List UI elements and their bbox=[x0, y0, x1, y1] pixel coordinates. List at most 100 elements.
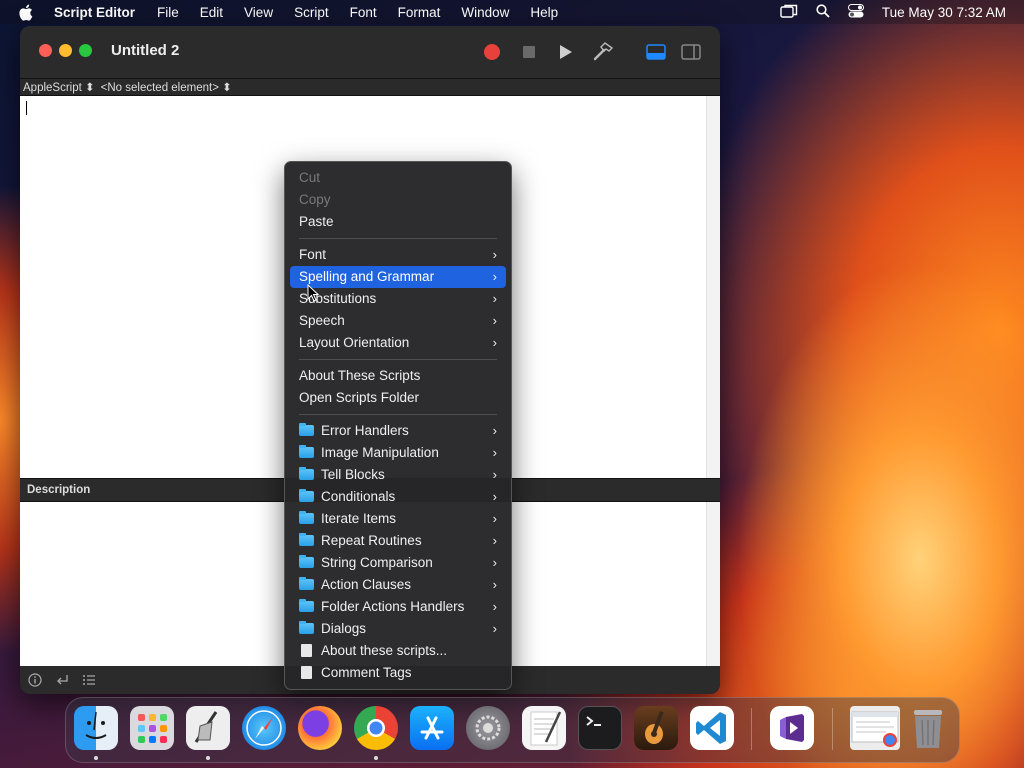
menu-item-error-handlers[interactable]: Error Handlers › bbox=[290, 420, 506, 442]
folder-icon bbox=[299, 511, 314, 524]
menu-file[interactable]: File bbox=[157, 5, 179, 20]
menu-item-copy[interactable]: Copy bbox=[290, 189, 506, 211]
dock bbox=[65, 697, 960, 763]
menu-item-layout-orientation[interactable]: Layout Orientation › bbox=[290, 332, 506, 354]
vs-code-icon[interactable] bbox=[690, 706, 734, 750]
run-button[interactable] bbox=[555, 41, 577, 63]
editor-scrollbar[interactable] bbox=[706, 96, 720, 478]
chevron-right-icon: › bbox=[492, 247, 497, 262]
menu-format[interactable]: Format bbox=[398, 5, 441, 20]
menu-bar: Script Editor File Edit View Script Font… bbox=[0, 0, 1024, 24]
menu-help[interactable]: Help bbox=[530, 5, 558, 20]
app-store-icon[interactable] bbox=[410, 706, 454, 750]
menu-separator bbox=[299, 238, 497, 239]
control-center-icon[interactable] bbox=[847, 3, 864, 21]
record-button[interactable] bbox=[481, 41, 503, 63]
running-indicator bbox=[94, 756, 98, 760]
trash-icon[interactable] bbox=[908, 706, 948, 750]
folder-icon bbox=[299, 489, 314, 502]
minimize-button[interactable] bbox=[59, 44, 72, 57]
chevron-right-icon: › bbox=[492, 533, 497, 548]
text-caret bbox=[26, 101, 27, 115]
menu-item-about-these-scripts-doc[interactable]: About these scripts... bbox=[290, 640, 506, 662]
dock-separator bbox=[832, 708, 833, 750]
reply-return-icon[interactable] bbox=[55, 673, 69, 687]
title-bar: Untitled 2 bbox=[20, 26, 720, 78]
visual-studio-icon[interactable] bbox=[770, 706, 814, 750]
document-icon bbox=[301, 644, 312, 657]
close-button[interactable] bbox=[39, 44, 52, 57]
safari-icon[interactable] bbox=[242, 706, 286, 750]
chevron-right-icon: › bbox=[492, 577, 497, 592]
folder-icon bbox=[299, 599, 314, 612]
menu-item-action-clauses[interactable]: Action Clauses › bbox=[290, 574, 506, 596]
finder-icon[interactable] bbox=[74, 706, 118, 750]
menu-window[interactable]: Window bbox=[461, 5, 509, 20]
info-icon[interactable] bbox=[28, 673, 42, 687]
menu-view[interactable]: View bbox=[244, 5, 273, 20]
chevron-right-icon: › bbox=[492, 291, 497, 306]
menu-item-spelling-and-grammar[interactable]: Spelling and Grammar › bbox=[290, 266, 506, 288]
menu-item-tell-blocks[interactable]: Tell Blocks › bbox=[290, 464, 506, 486]
description-scrollbar[interactable] bbox=[706, 502, 720, 666]
menu-item-open-scripts-folder[interactable]: Open Scripts Folder bbox=[290, 387, 506, 409]
menu-font[interactable]: Font bbox=[350, 5, 377, 20]
folder-icon bbox=[299, 533, 314, 546]
stop-button[interactable] bbox=[518, 41, 540, 63]
menu-item-speech[interactable]: Speech › bbox=[290, 310, 506, 332]
menu-separator bbox=[299, 359, 497, 360]
launchpad-icon[interactable] bbox=[130, 706, 174, 750]
menu-app-name[interactable]: Script Editor bbox=[54, 5, 135, 20]
menu-item-folder-actions-handlers[interactable]: Folder Actions Handlers › bbox=[290, 596, 506, 618]
running-indicator bbox=[374, 756, 378, 760]
apple-menu-icon[interactable] bbox=[18, 0, 38, 24]
show-log-pane-icon[interactable] bbox=[645, 41, 667, 63]
textedit-icon[interactable] bbox=[522, 706, 566, 750]
chrome-icon[interactable] bbox=[354, 706, 398, 750]
folder-icon bbox=[299, 621, 314, 634]
element-selector[interactable]: <No selected element> ⬍ bbox=[101, 80, 232, 94]
list-icon[interactable] bbox=[82, 673, 96, 687]
menu-item-paste[interactable]: Paste bbox=[290, 211, 506, 233]
language-selector[interactable]: AppleScript ⬍ bbox=[23, 80, 95, 94]
menu-item-string-comparison[interactable]: String Comparison › bbox=[290, 552, 506, 574]
compile-hammer-icon[interactable] bbox=[592, 41, 614, 63]
menu-item-cut[interactable]: Cut bbox=[290, 167, 506, 189]
menu-item-conditionals[interactable]: Conditionals › bbox=[290, 486, 506, 508]
chevron-right-icon: › bbox=[492, 423, 497, 438]
folder-icon bbox=[299, 445, 314, 458]
menu-item-dialogs[interactable]: Dialogs › bbox=[290, 618, 506, 640]
chevron-right-icon: › bbox=[492, 599, 497, 614]
chrome-window-thumbnail-icon[interactable] bbox=[850, 706, 900, 750]
menu-item-about-these-scripts[interactable]: About These Scripts bbox=[290, 365, 506, 387]
terminal-icon[interactable] bbox=[578, 706, 622, 750]
dock-separator bbox=[751, 708, 752, 750]
spotlight-search-icon[interactable] bbox=[816, 3, 830, 21]
mouse-pointer-icon bbox=[307, 283, 320, 302]
running-indicator bbox=[206, 756, 210, 760]
zoom-button[interactable] bbox=[79, 44, 92, 57]
menu-edit[interactable]: Edit bbox=[200, 5, 223, 20]
menu-separator bbox=[299, 414, 497, 415]
chevron-right-icon: › bbox=[492, 335, 497, 350]
garageband-icon[interactable] bbox=[634, 706, 678, 750]
menu-clock[interactable]: Tue May 30 7:32 AM bbox=[882, 5, 1006, 20]
window-switcher-icon[interactable] bbox=[780, 4, 798, 21]
chevron-right-icon: › bbox=[492, 467, 497, 482]
chevron-right-icon: › bbox=[492, 445, 497, 460]
menu-item-substitutions[interactable]: Substitutions › bbox=[290, 288, 506, 310]
description-label: Description bbox=[27, 484, 91, 496]
chevron-right-icon: › bbox=[492, 313, 497, 328]
menu-item-image-manipulation[interactable]: Image Manipulation › bbox=[290, 442, 506, 464]
menu-item-iterate-items[interactable]: Iterate Items › bbox=[290, 508, 506, 530]
folder-icon bbox=[299, 555, 314, 568]
menu-script[interactable]: Script bbox=[294, 5, 329, 20]
menu-item-font[interactable]: Font › bbox=[290, 244, 506, 266]
show-sidebar-icon[interactable] bbox=[680, 41, 702, 63]
folder-icon bbox=[299, 423, 314, 436]
script-editor-icon[interactable] bbox=[186, 706, 230, 750]
system-settings-icon[interactable] bbox=[466, 706, 510, 750]
firefox-icon[interactable] bbox=[298, 706, 342, 750]
menu-item-repeat-routines[interactable]: Repeat Routines › bbox=[290, 530, 506, 552]
menu-item-comment-tags[interactable]: Comment Tags bbox=[290, 662, 506, 684]
